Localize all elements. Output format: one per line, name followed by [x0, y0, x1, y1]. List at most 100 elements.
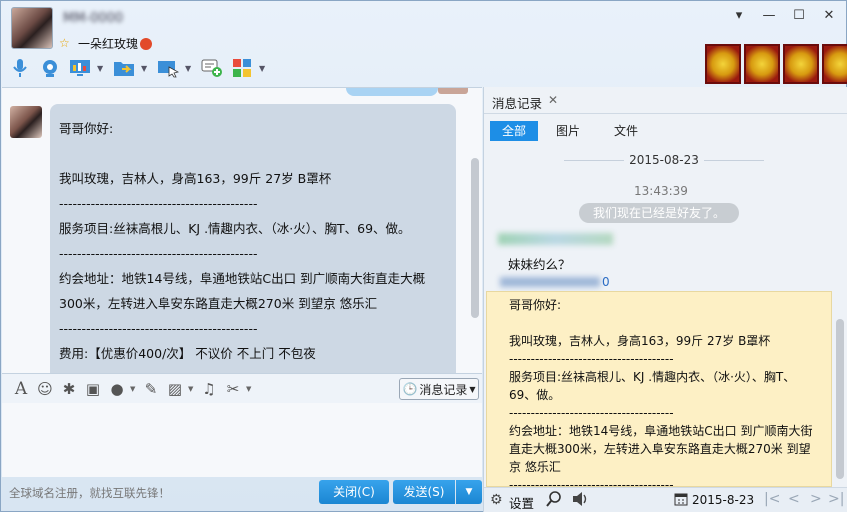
- remote-desktop-button[interactable]: [67, 56, 93, 80]
- font-icon[interactable]: A: [10, 378, 32, 400]
- history-divider: --------------------------------------: [509, 478, 674, 487]
- history-scrollbar[interactable]: [836, 319, 844, 479]
- screen-share-icon: [158, 61, 179, 78]
- message-avatar[interactable]: [10, 106, 42, 138]
- maximize-icon[interactable]: ☐: [790, 7, 808, 25]
- game-warrior-icon[interactable]: [744, 44, 780, 84]
- message-input[interactable]: [2, 403, 482, 477]
- filter-all[interactable]: 全部: [490, 121, 538, 141]
- close-icon[interactable]: ✕: [548, 93, 558, 107]
- apps-grid-icon: [233, 59, 251, 77]
- previous-message-avatar: [438, 88, 468, 94]
- message-bubble: 哥哥你好: 我叫玫瑰，吉林人，身高163，99斤 27岁 B罩杯 -------…: [50, 104, 456, 373]
- game-sword-icon[interactable]: [705, 44, 741, 84]
- chat-window: MM-0000 ☆ 一朵红玫瑰 ▾ — ☐ ✕ ▼ ▼ ▼ ▼ 哥哥你好: 我叫…: [0, 0, 847, 512]
- add-member-button[interactable]: [199, 56, 225, 80]
- chevron-down-icon[interactable]: ▼: [188, 385, 196, 393]
- monitor-icon: [70, 60, 90, 76]
- chat-scrollbar[interactable]: [471, 158, 479, 318]
- history-footer: ⚙ 设置 2015-8-23 |< < > >|: [484, 487, 847, 512]
- message-divider: ----------------------------------------…: [59, 246, 258, 261]
- sender-name: [498, 233, 613, 245]
- chevron-down-icon[interactable]: ▼: [185, 64, 195, 73]
- microphone-icon: [13, 59, 27, 77]
- calendar-icon[interactable]: [674, 492, 688, 506]
- history-message: 妹妹约么？: [508, 257, 571, 272]
- screen-share-button[interactable]: [155, 56, 181, 80]
- window-controls: ▾ — ☐ ✕: [730, 7, 838, 25]
- message-time: 13:43:39: [634, 184, 688, 198]
- scissors-icon[interactable]: ✂: [222, 378, 244, 400]
- message-line: 我叫玫瑰，吉林人，身高163，99斤 27岁 B罩杯: [59, 171, 332, 186]
- message-history-button[interactable]: 🕒 消息记录 ▼: [399, 378, 479, 400]
- message-divider: ----------------------------------------…: [59, 196, 258, 211]
- history-line: 服务项目:丝袜高根儿、KJ .情趣内衣、（冰·火）、胸T、69、做。: [509, 370, 796, 402]
- message-line: 哥哥你好:: [59, 121, 114, 136]
- chat-messages[interactable]: 哥哥你好: 我叫玫瑰，吉林人，身高163，99斤 27岁 B罩杯 -------…: [2, 87, 482, 373]
- close-button[interactable]: 关闭(C): [319, 480, 389, 504]
- folder-icon: [114, 62, 134, 76]
- history-line: 约会地址：地铁14号线，阜通地铁站C出口 到广顺南大街直走大概300米，左转进入…: [509, 424, 813, 474]
- next-page-icon[interactable]: >: [810, 491, 822, 507]
- chevron-down-icon[interactable]: ▼: [130, 385, 138, 393]
- contact-signature: 一朵红玫瑰: [78, 35, 153, 52]
- search-icon[interactable]: [546, 491, 562, 507]
- speaker-icon[interactable]: [572, 491, 590, 507]
- history-tab[interactable]: 消息记录: [492, 93, 542, 112]
- star-icon: ☆: [59, 36, 70, 50]
- music-icon[interactable]: ♫: [198, 378, 220, 400]
- first-page-icon[interactable]: |<: [764, 491, 780, 507]
- chevron-down-icon: ▼: [469, 384, 476, 394]
- history-button-label: 消息记录: [419, 382, 468, 397]
- chevron-down-icon[interactable]: ▼: [141, 64, 151, 73]
- close-icon[interactable]: ✕: [820, 7, 838, 25]
- message-line: 约会地址：地铁14号线，阜通地铁站C出口 到广顺南大街直走大概300米，左转进入…: [59, 271, 426, 311]
- history-divider: --------------------------------------: [509, 406, 674, 420]
- chevron-down-icon[interactable]: ▼: [259, 64, 269, 73]
- ad-tip[interactable]: 全球域名注册，就找互联先锋！: [9, 485, 170, 501]
- history-line: [509, 314, 821, 332]
- send-file-button[interactable]: [111, 56, 137, 80]
- voice-message-icon[interactable]: ●: [106, 378, 128, 400]
- history-divider: --------------------------------------: [509, 352, 674, 366]
- game-shield-icon[interactable]: [783, 44, 819, 84]
- chevron-down-icon: ▼: [465, 487, 473, 497]
- history-date[interactable]: 2015-8-23: [692, 493, 754, 507]
- previous-message-bubble: [346, 88, 438, 96]
- contact-avatar[interactable]: [11, 7, 53, 49]
- contact-name: MM-0000: [63, 11, 124, 26]
- signature-text: 一朵红玫瑰: [78, 37, 139, 51]
- image-icon[interactable]: ▨: [164, 378, 186, 400]
- voice-call-button[interactable]: [7, 56, 33, 80]
- video-call-button[interactable]: [37, 56, 63, 80]
- message-line: [59, 141, 447, 166]
- last-page-icon[interactable]: >|: [828, 491, 844, 507]
- date-separator: 2015-08-23: [564, 153, 764, 167]
- chevron-down-icon[interactable]: ▼: [97, 64, 107, 73]
- clock-icon: 🕒: [402, 382, 418, 396]
- send-options-button[interactable]: ▼: [456, 480, 482, 504]
- edit-icon[interactable]: ✎: [140, 378, 162, 400]
- chat-toolbar: ▼ ▼ ▼ ▼: [7, 55, 269, 81]
- history-message-bubble: 哥哥你好: 我叫玫瑰，吉林人，身高163，99斤 27岁 B罩杯 -------…: [486, 291, 832, 487]
- settings-button[interactable]: 设置: [509, 493, 534, 512]
- tab-divider: [484, 113, 847, 114]
- send-button[interactable]: 发送(S): [393, 480, 455, 504]
- filter-files[interactable]: 文件: [614, 121, 638, 141]
- game-emblem-icon[interactable]: [822, 44, 847, 84]
- apps-button[interactable]: [229, 56, 255, 80]
- sender-name: [500, 277, 600, 287]
- emoji-icon[interactable]: ☺: [34, 378, 56, 400]
- message-divider: ----------------------------------------…: [59, 321, 258, 336]
- gear-icon[interactable]: ⚙: [490, 492, 503, 508]
- chevron-down-icon[interactable]: ▼: [246, 385, 254, 393]
- filter-images[interactable]: 图片: [556, 121, 580, 141]
- dropdown-icon[interactable]: ▾: [730, 7, 748, 25]
- history-message-header: 0: [484, 274, 839, 292]
- game-ads: [705, 44, 847, 84]
- magic-icon[interactable]: ✱: [58, 378, 80, 400]
- message-line: 服务项目:丝袜高根儿、KJ .情趣内衣、（冰·火）、胸T、69、做。: [59, 221, 411, 236]
- gif-icon[interactable]: ▣: [82, 378, 104, 400]
- minimize-icon[interactable]: —: [760, 7, 778, 25]
- previous-page-icon[interactable]: <: [788, 491, 800, 507]
